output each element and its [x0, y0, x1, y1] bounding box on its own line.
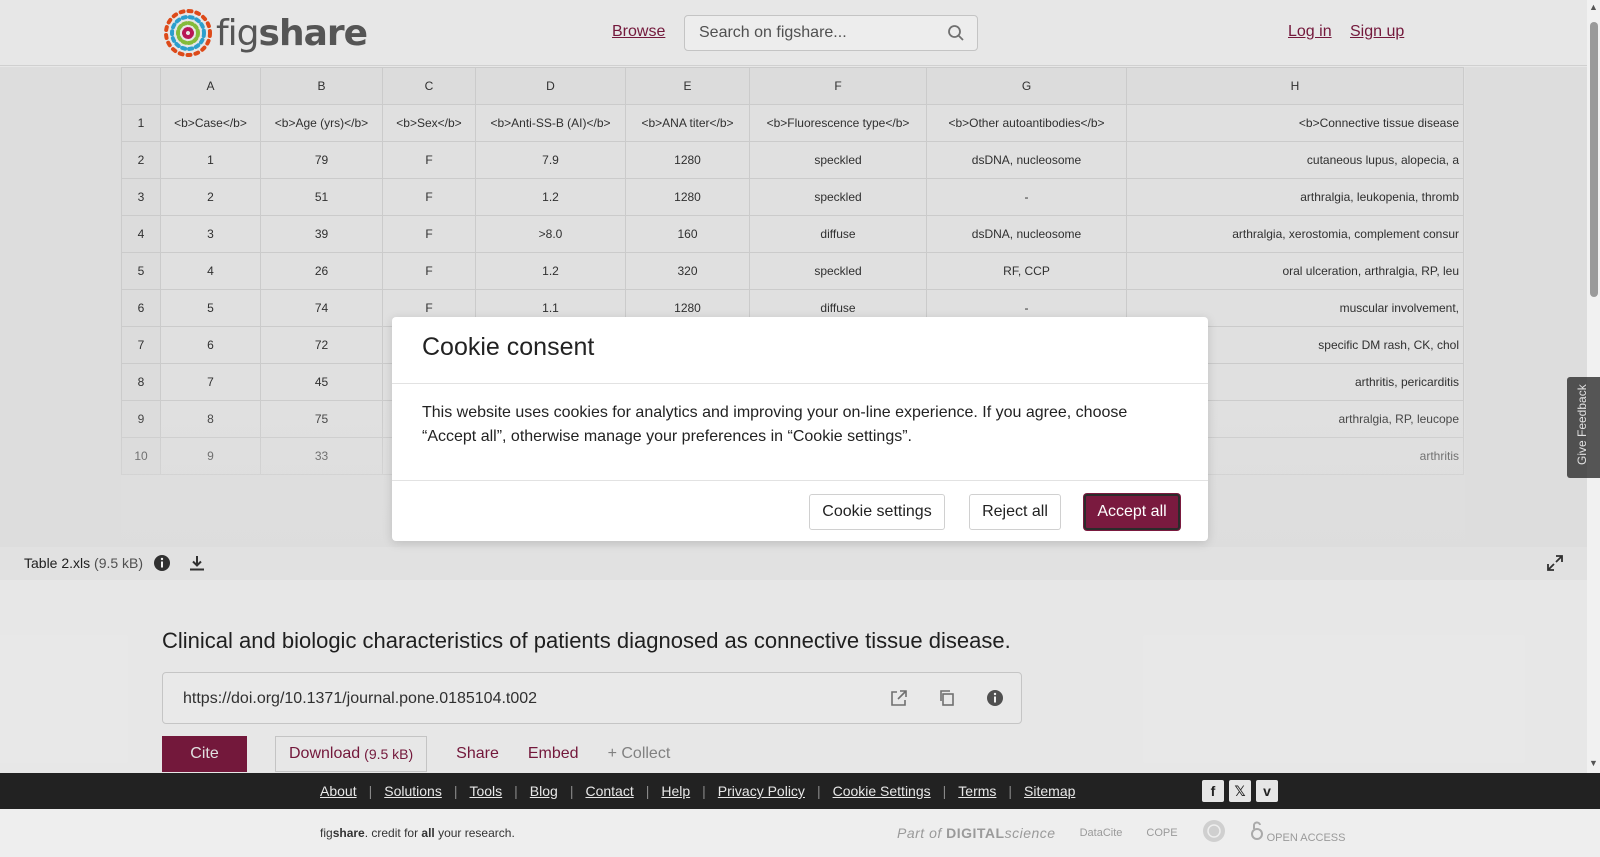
- tagline-fig: fig: [320, 826, 333, 840]
- cope-logo[interactable]: COPE: [1146, 827, 1177, 839]
- seal-icon[interactable]: [1202, 819, 1226, 846]
- science-text: science: [1004, 824, 1056, 841]
- footer-link-privacy-policy[interactable]: Privacy Policy: [718, 783, 805, 799]
- divider: [392, 383, 1208, 384]
- footer-links: About | Solutions | Tools | Blog | Contact | Help |…: [320, 783, 1075, 799]
- tagline-mid: . credit for: [364, 826, 422, 840]
- footer-separator: |: [368, 783, 373, 799]
- footer-link-sitemap[interactable]: Sitemap: [1024, 783, 1075, 799]
- cookie-consent-dialog: Cookie consent This website uses cookies…: [392, 317, 1208, 541]
- footer-separator: |: [453, 783, 458, 799]
- vimeo-icon[interactable]: v: [1256, 780, 1278, 802]
- open-access-icon: [1250, 821, 1263, 840]
- divider: [392, 480, 1208, 481]
- accept-all-button[interactable]: Accept all: [1084, 494, 1180, 530]
- footer-link-tools[interactable]: Tools: [469, 783, 502, 799]
- digital-science-logo[interactable]: Part of DIGITALscience: [897, 825, 1056, 841]
- tagline: figshare. credit for all your research.: [320, 826, 515, 840]
- footer-separator: |: [645, 783, 650, 799]
- footer-link-solutions[interactable]: Solutions: [384, 783, 442, 799]
- partner-logos: Part of DIGITALscience DataCite COPE OPE…: [897, 819, 1345, 846]
- datacite-logo[interactable]: DataCite: [1080, 827, 1123, 839]
- footer-link-about[interactable]: About: [320, 783, 357, 799]
- tagline-share: share: [332, 826, 365, 840]
- part-of-text: Part of: [897, 824, 942, 841]
- footer-separator: |: [816, 783, 821, 799]
- footer-link-terms[interactable]: Terms: [958, 783, 996, 799]
- cookie-dialog-body: This website uses cookies for analytics …: [422, 404, 1128, 445]
- page-scroll-thumb[interactable]: [1590, 22, 1598, 297]
- footer-link-contact[interactable]: Contact: [585, 783, 633, 799]
- digital-text: DIGITAL: [946, 824, 1005, 841]
- footer-link-blog[interactable]: Blog: [530, 783, 558, 799]
- facebook-icon[interactable]: f: [1202, 780, 1224, 802]
- tagline-all: all: [421, 826, 435, 840]
- footer-separator: |: [1008, 783, 1013, 799]
- footer-separator: |: [702, 783, 706, 799]
- reject-all-button[interactable]: Reject all: [969, 494, 1061, 530]
- tagline-end: your research.: [434, 826, 515, 840]
- open-access-text: OPEN ACCESS: [1266, 832, 1346, 844]
- footer-link-cookie-settings[interactable]: Cookie Settings: [833, 783, 931, 799]
- page-scroll-up-icon[interactable]: ▲: [1589, 2, 1598, 12]
- footer: About | Solutions | Tools | Blog | Contact | Help |…: [0, 773, 1600, 809]
- footer-link-help[interactable]: Help: [661, 783, 690, 799]
- sub-footer: figshare. credit for all your research. …: [0, 809, 1600, 857]
- social-links: f 𝕏 v: [1202, 780, 1278, 802]
- x-twitter-icon[interactable]: 𝕏: [1229, 780, 1251, 802]
- page-scroll-down-icon[interactable]: ▼: [1589, 758, 1598, 768]
- cookie-settings-button[interactable]: Cookie settings: [809, 494, 945, 530]
- footer-separator: |: [569, 783, 574, 799]
- footer-separator: |: [942, 783, 947, 799]
- cookie-dialog-title: Cookie consent: [422, 333, 595, 361]
- open-access-logo[interactable]: OPEN ACCESS: [1250, 821, 1346, 844]
- footer-separator: |: [514, 783, 518, 799]
